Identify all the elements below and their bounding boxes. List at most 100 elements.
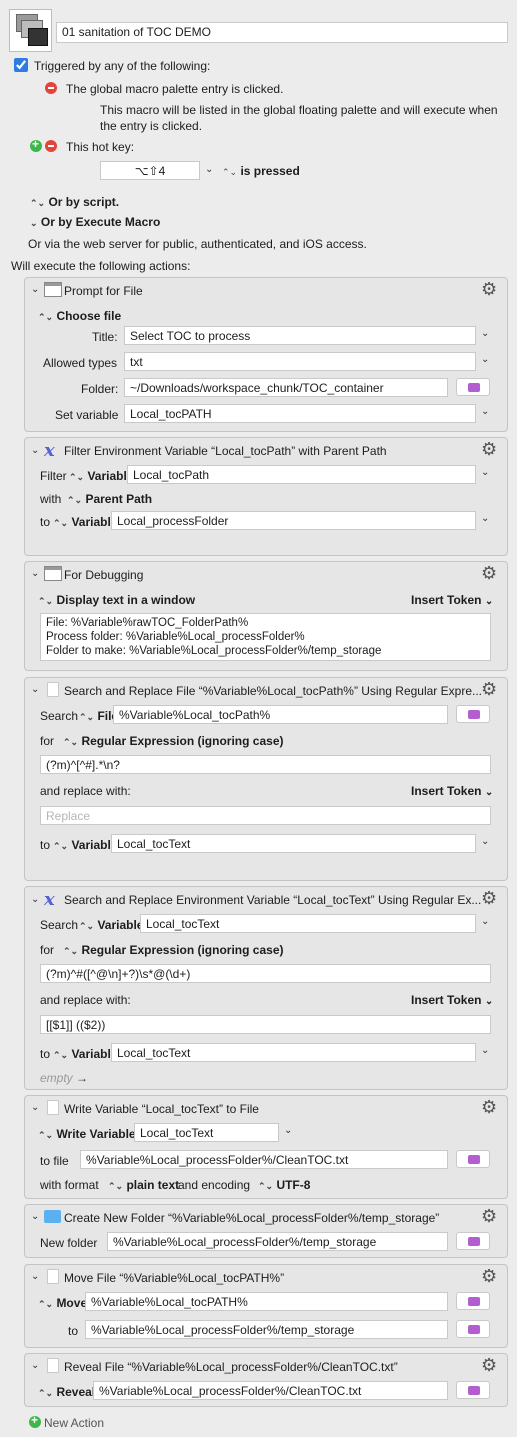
chevron-down-icon[interactable]: ⌄ (31, 445, 39, 456)
chevron-down-icon[interactable]: ⌄ (284, 1125, 292, 1136)
chevron-down-icon[interactable]: ⌄ (481, 916, 489, 927)
chevron-down-icon[interactable]: ⌄ (31, 1271, 39, 1282)
chevron-down-icon[interactable]: ⌄ (481, 513, 489, 524)
folder-picker-button[interactable] (456, 1292, 490, 1310)
remove-trigger-icon[interactable] (45, 82, 57, 94)
regex-input[interactable]: (?m)^#([^@\n]+?)\s*@(\d+) (40, 964, 491, 983)
allowed-types-input[interactable]: txt (124, 352, 476, 371)
action-write-variable[interactable]: ⌄ Write Variable “Local_tocText” to File… (24, 1095, 508, 1199)
chevron-down-icon[interactable]: ⌄ (481, 354, 489, 365)
move-mode-select[interactable]: ⌃⌄ Move (38, 1296, 87, 1310)
regex-input[interactable]: (?m)^[^#].*\n? (40, 755, 491, 774)
choose-file-select[interactable]: ⌃⌄ Choose file (38, 309, 121, 323)
replace-input[interactable]: [[$1]] (($2)) (40, 1015, 491, 1034)
empty-note[interactable]: empty → (40, 1071, 88, 1085)
write-variable-input[interactable]: Local_tocText (134, 1123, 279, 1142)
chevron-down-icon[interactable]: ⌄ (481, 406, 489, 417)
format-select[interactable]: ⌃⌄ plain text (108, 1178, 179, 1192)
action-search-replace-file[interactable]: ⌄ Search and Replace File “%Variable%Loc… (24, 677, 508, 881)
gear-icon[interactable]: ⚙ (481, 280, 497, 298)
move-destination-input[interactable]: %Variable%Local_processFolder%/temp_stor… (85, 1320, 448, 1339)
action-prompt-for-file[interactable]: ⌄ Prompt for File ⚙ ⌃⌄ Choose file Title… (24, 277, 508, 432)
replace-input[interactable]: Replace (40, 806, 491, 825)
move-source-input[interactable]: %Variable%Local_tocPATH% (85, 1292, 448, 1311)
reveal-file-input[interactable]: %Variable%Local_processFolder%/CleanTOC.… (93, 1381, 448, 1400)
to-label: to (68, 1324, 79, 1338)
to-label: to (40, 515, 51, 529)
display-text-area[interactable]: File: %Variable%rawTOC_FolderPath% Proce… (40, 613, 491, 661)
folder-picker-button[interactable] (456, 1232, 490, 1250)
add-action-icon[interactable] (29, 1413, 41, 1428)
action-filter-variable[interactable]: ⌄ x Filter Environment Variable “Local_t… (24, 437, 508, 556)
filter-variable-input[interactable]: Local_tocPath (127, 465, 476, 484)
action-for-debugging[interactable]: ⌄ For Debugging ⚙ ⌃⌄ Display text in a w… (24, 561, 508, 671)
gear-icon[interactable]: ⚙ (481, 889, 497, 907)
new-action-button[interactable]: New Action (44, 1416, 104, 1430)
macro-name-input[interactable]: 01 sanitation of TOC DEMO (56, 22, 508, 43)
folder-picker-button[interactable] (456, 1381, 490, 1399)
search-kind-select[interactable]: ⌃⌄ Variable (79, 918, 143, 932)
chevron-down-icon[interactable]: ⌄ (481, 328, 489, 339)
to-variable-input[interactable]: Local_processFolder (111, 511, 476, 530)
chevron-down-icon[interactable]: ⌄ (481, 1045, 489, 1056)
to-file-input[interactable]: %Variable%Local_processFolder%/CleanTOC.… (80, 1150, 448, 1169)
chevron-down-icon[interactable]: ⌄ (481, 467, 489, 478)
gear-icon[interactable]: ⚙ (481, 1207, 497, 1225)
reveal-mode-select[interactable]: ⌃⌄ Reveal (38, 1385, 95, 1399)
macro-icon[interactable] (9, 9, 52, 52)
hotkey-state-select[interactable]: ⌃⌄ is pressed (222, 164, 300, 178)
gear-icon[interactable]: ⚙ (481, 440, 497, 458)
to-kind-select[interactable]: ⌃⌄ Variable (53, 838, 117, 852)
chevron-down-icon[interactable]: ⌄ (481, 836, 489, 847)
gear-icon[interactable]: ⚙ (481, 1267, 497, 1285)
to-variable-input[interactable]: Local_tocText (111, 1043, 476, 1062)
action-search-replace-variable[interactable]: ⌄ x Search and Replace Environment Varia… (24, 886, 508, 1090)
action-reveal-file[interactable]: ⌄ Reveal File “%Variable%Local_processFo… (24, 1353, 508, 1407)
chevron-down-icon[interactable]: ⌄ (31, 568, 39, 579)
action-move-file[interactable]: ⌄ Move File “%Variable%Local_tocPATH%” ⚙… (24, 1264, 508, 1348)
folder-input[interactable]: ~/Downloads/workspace_chunk/TOC_containe… (124, 378, 448, 397)
regex-mode-select[interactable]: ⌃⌄ Regular Expression (ignoring case) (63, 943, 284, 957)
to-variable-input[interactable]: Local_tocText (111, 834, 476, 853)
search-file-input[interactable]: %Variable%Local_tocPath% (113, 705, 448, 724)
filter-kind-select[interactable]: ⌃⌄ Variable (69, 469, 133, 483)
gear-icon[interactable]: ⚙ (481, 564, 497, 582)
updown-icon: ⌃⌄ (38, 312, 54, 322)
folder-picker-button[interactable] (456, 1150, 490, 1168)
chevron-down-icon[interactable]: ⌄ (31, 1360, 39, 1371)
triggered-checkbox[interactable] (14, 58, 28, 72)
insert-token-button[interactable]: Insert Token ⌄ (411, 593, 493, 607)
gear-icon[interactable]: ⚙ (481, 1356, 497, 1374)
chevron-down-icon[interactable]: ⌄ (31, 684, 39, 695)
gear-icon[interactable]: ⚙ (481, 680, 497, 698)
insert-token-button[interactable]: Insert Token ⌄ (411, 993, 493, 1007)
or-by-script[interactable]: ⌃⌄ Or by script. (30, 195, 119, 209)
new-folder-input[interactable]: %Variable%Local_processFolder%/temp_stor… (107, 1232, 448, 1251)
chevron-down-icon[interactable]: ⌄ (205, 164, 213, 175)
chevron-down-icon[interactable]: ⌄ (31, 1211, 39, 1222)
folder-picker-button[interactable] (456, 1320, 490, 1338)
chevron-down-icon[interactable]: ⌄ (31, 1102, 39, 1113)
search-variable-input[interactable]: Local_tocText (140, 914, 476, 933)
folder-picker-button[interactable] (456, 705, 490, 723)
chevron-down-icon[interactable]: ⌄ (31, 894, 39, 905)
to-kind-select[interactable]: ⌃⌄ Variable (53, 1047, 117, 1061)
hotkey-input[interactable]: ⌥⇧4 (100, 161, 200, 180)
insert-token-button[interactable]: Insert Token ⌄ (411, 784, 493, 798)
remove-hotkey-icon[interactable] (45, 140, 57, 152)
title-input[interactable]: Select TOC to process (124, 326, 476, 345)
parent-path-select[interactable]: ⌃⌄ Parent Path (67, 492, 152, 506)
display-mode-select[interactable]: ⌃⌄ Display text in a window (38, 593, 195, 607)
folder-picker-button[interactable] (456, 378, 490, 396)
gear-icon[interactable]: ⚙ (481, 1098, 497, 1116)
action-create-folder[interactable]: ⌄ Create New Folder “%Variable%Local_pro… (24, 1204, 508, 1258)
set-variable-input[interactable]: Local_tocPATH (124, 404, 476, 423)
add-trigger-icon[interactable] (30, 137, 42, 152)
replace-label: and replace with: (40, 784, 131, 798)
or-by-execute-macro[interactable]: ⌄ Or by Execute Macro (30, 215, 160, 229)
chevron-down-icon[interactable]: ⌄ (31, 284, 39, 295)
regex-mode-select[interactable]: ⌃⌄ Regular Expression (ignoring case) (63, 734, 284, 748)
encoding-select[interactable]: ⌃⌄ UTF-8 (258, 1178, 310, 1192)
write-variable-select[interactable]: ⌃⌄ Write Variable (38, 1127, 136, 1141)
to-kind-select[interactable]: ⌃⌄ Variable (53, 515, 117, 529)
